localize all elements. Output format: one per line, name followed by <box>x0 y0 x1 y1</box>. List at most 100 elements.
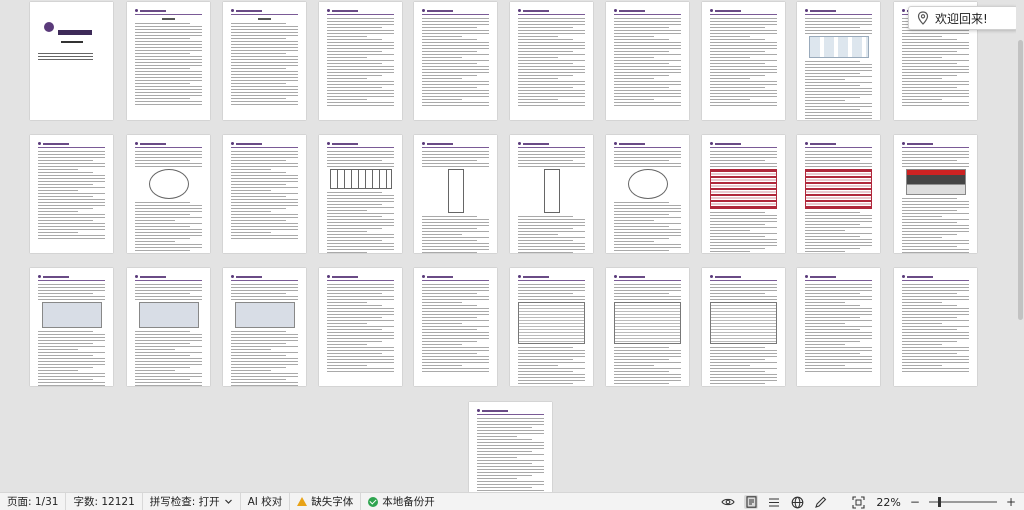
page-thumbnail[interactable] <box>30 2 113 120</box>
zoom-out-button[interactable]: − <box>910 495 920 509</box>
page-thumbnail[interactable] <box>127 2 210 120</box>
page-body <box>135 18 202 112</box>
page-header <box>135 9 202 15</box>
outline-view-button[interactable] <box>767 495 781 509</box>
eye-icon <box>721 498 736 506</box>
page-figure <box>138 302 199 328</box>
page-view-icon <box>746 496 757 508</box>
page-thumbnail[interactable] <box>30 135 113 253</box>
page-thumbnail[interactable] <box>510 135 593 253</box>
warning-icon <box>297 497 308 506</box>
page-thumbnail[interactable] <box>797 268 880 386</box>
page-header <box>231 275 298 281</box>
page-thumbnail[interactable] <box>702 2 785 120</box>
page-body <box>38 19 105 112</box>
page-content <box>135 275 202 386</box>
page-thumbnail[interactable] <box>606 268 689 386</box>
page-thumbnail[interactable] <box>127 268 210 386</box>
page-figure <box>148 169 189 199</box>
page-body <box>614 18 681 112</box>
page-content <box>422 9 489 112</box>
page-thumbnail[interactable] <box>223 268 306 386</box>
chevron-down-icon <box>224 499 232 504</box>
welcome-toast[interactable]: 欢迎回来! <box>908 6 1018 30</box>
page-content <box>231 275 298 386</box>
page-thumbnail[interactable] <box>606 2 689 120</box>
word-count-label: 字数: 12121 <box>73 496 135 508</box>
page-body <box>477 418 544 491</box>
page-figure <box>614 302 681 344</box>
document-canvas[interactable] <box>0 0 1024 492</box>
page-thumbnail[interactable] <box>319 135 402 253</box>
page-indicator-label: 页面: 1/31 <box>7 496 59 508</box>
page-indicator[interactable]: 页面: 1/31 <box>0 492 67 510</box>
page-header <box>38 142 105 148</box>
page-thumbnail[interactable] <box>797 2 880 120</box>
page-content <box>805 9 872 119</box>
word-count[interactable]: 字数: 12121 <box>66 492 143 510</box>
read-mode-button[interactable] <box>721 495 736 509</box>
page-thumbnail[interactable] <box>702 268 785 386</box>
zoom-in-button[interactable]: + <box>1006 495 1016 509</box>
page-thumbnail[interactable] <box>606 135 689 253</box>
view-tools: 22% − + <box>721 493 1016 510</box>
toast-message: 欢迎回来! <box>935 11 988 26</box>
local-backup-label: 本地备份开 <box>382 496 435 508</box>
web-view-button[interactable] <box>790 495 804 509</box>
page-header <box>518 9 585 15</box>
page-header <box>327 9 394 15</box>
page-view-button[interactable] <box>744 495 759 509</box>
page-content <box>38 142 105 245</box>
local-backup-button[interactable]: 本地备份开 <box>361 493 442 510</box>
page-thumbnail[interactable] <box>797 135 880 253</box>
page-thumbnail[interactable] <box>414 268 497 386</box>
page-thumbnail[interactable] <box>127 135 210 253</box>
page-thumbnail[interactable] <box>510 268 593 386</box>
page-body <box>902 151 969 253</box>
spell-check-label: 拼写检查: 打开 <box>149 496 220 508</box>
zoom-slider[interactable] <box>928 495 997 509</box>
scrollbar-thumb[interactable] <box>1018 40 1023 320</box>
page-body <box>710 284 777 384</box>
page-thumbnail[interactable] <box>319 268 402 386</box>
page-header <box>327 275 394 281</box>
page-thumbnail[interactable] <box>223 135 306 253</box>
spell-check-toggle[interactable]: 拼写检查: 打开 <box>143 492 241 510</box>
missing-font-button[interactable]: 缺失字体 <box>290 492 362 510</box>
page-figure <box>905 169 966 195</box>
zoom-level[interactable]: 22% <box>876 496 900 509</box>
page-body <box>614 151 681 251</box>
page-thumbnail[interactable] <box>469 402 552 492</box>
write-mode-button[interactable] <box>813 495 827 509</box>
vertical-scrollbar[interactable] <box>1016 0 1024 492</box>
page-content <box>231 9 298 112</box>
page-content <box>422 275 489 378</box>
page-thumbnail[interactable] <box>510 2 593 120</box>
page-content <box>422 142 489 253</box>
page-thumbnail[interactable] <box>702 135 785 253</box>
zoom-slider-knob[interactable] <box>937 497 941 507</box>
page-header <box>135 142 202 148</box>
page-thumbnail[interactable] <box>319 2 402 120</box>
ai-proofread-button[interactable]: AI 校对 <box>241 492 291 510</box>
page-thumbnail[interactable] <box>414 135 497 253</box>
page-body <box>327 284 394 378</box>
page-header <box>422 142 489 148</box>
page-header <box>805 9 872 15</box>
page-thumbnail[interactable] <box>223 2 306 120</box>
page-header <box>422 9 489 15</box>
page-body <box>614 284 681 384</box>
page-body <box>231 284 298 386</box>
page-figure <box>805 169 872 209</box>
page-thumbnail[interactable] <box>894 268 977 386</box>
page-figure <box>518 302 585 344</box>
page-thumbnail[interactable] <box>30 268 113 386</box>
page-header <box>231 142 298 148</box>
page-body <box>422 18 489 112</box>
page-body <box>38 284 105 386</box>
page-content <box>38 275 105 386</box>
page-thumbnail[interactable] <box>894 135 977 253</box>
page-content <box>614 275 681 384</box>
page-thumbnail[interactable] <box>414 2 497 120</box>
fit-page-button[interactable] <box>851 495 865 509</box>
